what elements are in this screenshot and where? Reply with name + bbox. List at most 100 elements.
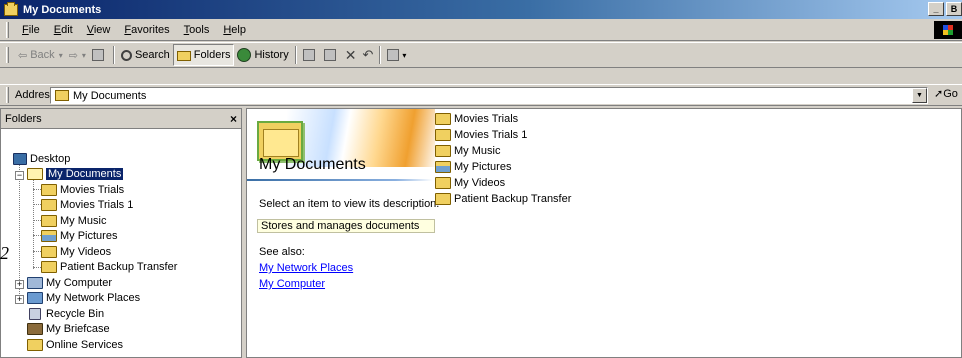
collapse-toggle[interactable]: −: [15, 171, 24, 180]
forward-arrow-icon: ⇨: [68, 49, 78, 62]
menu-help[interactable]: Help: [216, 24, 253, 36]
list-item[interactable]: Movies Trials: [435, 111, 518, 127]
recycle-bin-icon: [29, 308, 41, 320]
standard-toolbar: ⇦ Back ▾ ⇨ ▾ Search Folders History ✕ ↶ ▾: [0, 42, 962, 68]
link-my-network-places[interactable]: My Network Places: [259, 262, 353, 274]
music-folder-icon: [435, 145, 451, 157]
folders-button[interactable]: Folders: [172, 44, 235, 66]
close-pane-button[interactable]: ×: [230, 112, 237, 126]
folder-icon: [41, 261, 57, 273]
tree-item-patient-backup-transfer[interactable]: Patient Backup Transfer: [41, 259, 177, 275]
menu-tools[interactable]: Tools: [177, 24, 217, 36]
folders-pane: Folders × Desktop − My Documents Movies …: [0, 108, 242, 358]
tree-item-my-videos[interactable]: My Videos: [41, 244, 111, 260]
expand-toggle[interactable]: +: [15, 280, 24, 289]
delete-x-icon: ✕: [344, 46, 357, 63]
copy-to-button[interactable]: [321, 44, 342, 66]
toolbar-grip[interactable]: [6, 87, 9, 103]
tree-item-my-network-places[interactable]: My Network Places: [27, 290, 140, 306]
toolbar-grip[interactable]: [6, 47, 9, 63]
list-item[interactable]: Movies Trials 1: [435, 127, 527, 143]
list-item[interactable]: My Music: [435, 143, 500, 159]
see-also-label: See also:: [259, 246, 305, 258]
move-to-icon: [302, 49, 315, 61]
folder-icon: [41, 246, 57, 258]
title-bar[interactable]: My Documents _ B: [0, 0, 962, 19]
tree-item-my-music[interactable]: My Music: [41, 213, 106, 229]
folders-pane-header: Folders ×: [1, 109, 241, 129]
network-icon: [27, 292, 43, 304]
address-input[interactable]: My Documents: [50, 87, 928, 104]
chevron-down-icon: ▾: [81, 50, 86, 60]
search-button[interactable]: Search: [118, 44, 173, 66]
window-title: My Documents: [23, 3, 102, 16]
history-button[interactable]: History: [234, 44, 291, 66]
forward-button[interactable]: ⇨ ▾: [66, 44, 89, 66]
tree-item-my-computer[interactable]: My Computer: [27, 275, 112, 291]
folder-icon: [435, 129, 451, 141]
tree-item-recycle-bin[interactable]: Recycle Bin: [29, 306, 104, 322]
folder-content-pane: My Documents Select an item to view its …: [246, 108, 962, 358]
restore-button[interactable]: B: [946, 2, 962, 16]
tree-item-online-services[interactable]: Online Services: [27, 337, 123, 353]
list-item[interactable]: Patient Backup Transfer: [435, 191, 571, 207]
folder-title: My Documents: [259, 156, 366, 173]
link-my-computer[interactable]: My Computer: [259, 278, 325, 290]
undo-icon: ↶: [362, 47, 374, 62]
open-folder-icon: [27, 168, 43, 180]
pictures-folder-icon: [435, 161, 451, 173]
tree-item-my-briefcase[interactable]: My Briefcase: [27, 321, 110, 337]
tree-item-my-documents[interactable]: My Documents: [27, 166, 124, 182]
folder-icon: [27, 339, 43, 351]
address-dropdown-button[interactable]: ▼: [912, 88, 927, 103]
up-folder-button[interactable]: [89, 44, 110, 66]
address-bar: Address My Documents ▼ ➚ Go: [0, 84, 962, 106]
large-folder-icon: [257, 121, 303, 161]
menu-view[interactable]: View: [80, 24, 118, 36]
search-icon: [120, 49, 132, 61]
webview-banner: My Documents: [247, 109, 435, 181]
undo-button[interactable]: ↶: [359, 44, 376, 66]
tree-item-my-pictures[interactable]: My Pictures: [41, 228, 117, 244]
description-text: Select an item to view its description.: [259, 198, 440, 210]
back-arrow-icon: ⇦: [18, 49, 28, 62]
folder-icon: [41, 199, 57, 211]
pictures-folder-icon: [41, 230, 57, 242]
address-value: My Documents: [73, 89, 147, 102]
music-folder-icon: [41, 215, 57, 227]
tree-item-movies-trials[interactable]: Movies Trials: [41, 182, 124, 198]
go-arrow-icon: ➚: [934, 88, 944, 100]
chevron-down-icon: ▾: [402, 50, 407, 60]
tree-item-desktop[interactable]: Desktop: [13, 151, 70, 167]
go-button[interactable]: ➚ Go: [934, 87, 958, 101]
views-icon: [387, 49, 400, 61]
desktop-icon: [13, 153, 27, 165]
windows-logo-icon: [934, 21, 962, 39]
back-button[interactable]: ⇦ Back ▾: [15, 44, 66, 66]
up-folder-icon: [91, 49, 104, 61]
tree-item-movies-trials-1[interactable]: Movies Trials 1: [41, 197, 133, 213]
folder-icon: [435, 177, 451, 189]
copy-to-icon: [323, 49, 336, 61]
list-item[interactable]: My Pictures: [435, 159, 511, 175]
toolbar-grip[interactable]: [6, 21, 9, 38]
explorer-window: My Documents _ B File Edit View Favorite…: [0, 0, 962, 358]
list-item[interactable]: My Videos: [435, 175, 505, 191]
folder-icon: [435, 113, 451, 125]
move-to-button[interactable]: [300, 44, 321, 66]
briefcase-icon: [27, 323, 43, 335]
expand-toggle[interactable]: +: [15, 295, 24, 304]
menu-favorites[interactable]: Favorites: [117, 24, 176, 36]
folder-icon: [4, 1, 18, 16]
folder-icon: [41, 184, 57, 196]
menu-edit[interactable]: Edit: [47, 24, 80, 36]
minimize-button[interactable]: _: [928, 2, 944, 16]
chevron-down-icon: ▾: [58, 50, 63, 60]
folder-icon: [435, 193, 451, 205]
chevron-down-icon: ▼: [916, 92, 923, 99]
history-icon: [237, 48, 252, 62]
menu-bar: File Edit View Favorites Tools Help: [0, 19, 962, 41]
delete-button[interactable]: ✕: [342, 44, 360, 66]
menu-file[interactable]: File: [15, 24, 47, 36]
views-button[interactable]: ▾: [384, 44, 409, 66]
